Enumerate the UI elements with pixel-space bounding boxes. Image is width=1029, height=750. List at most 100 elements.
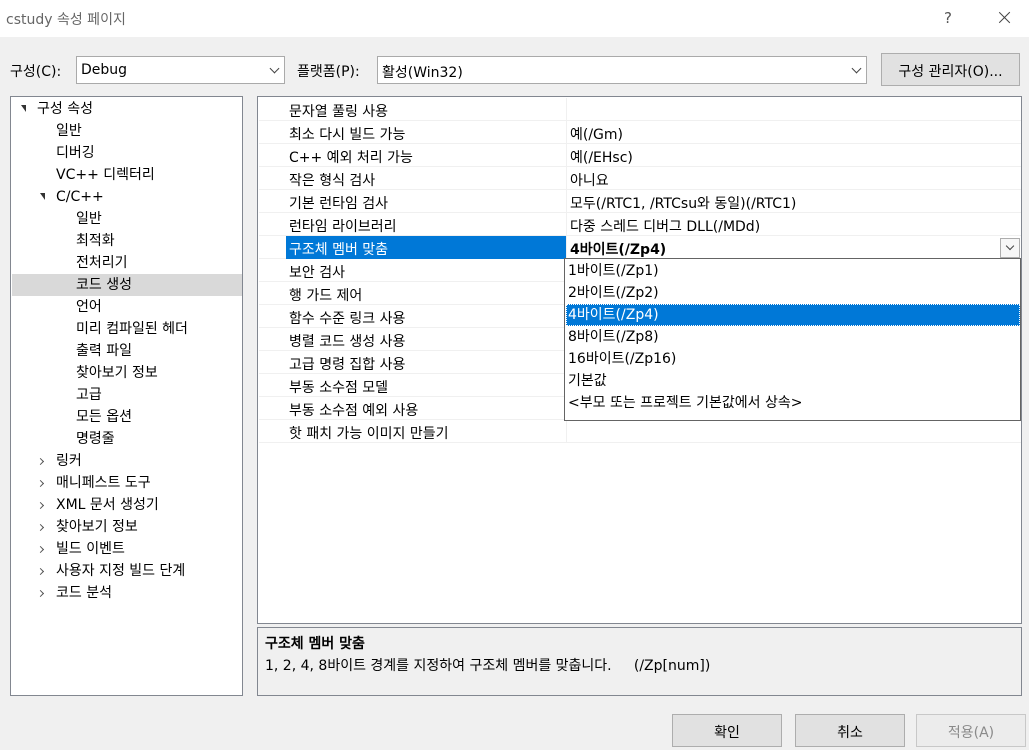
property-name: 부동 소수점 모델: [289, 380, 389, 396]
property-name: C++ 예외 처리 가능: [289, 150, 413, 166]
expanded-icon[interactable]: [21, 105, 26, 112]
config-label: 구성(C):: [10, 64, 62, 80]
property-name: 구조체 멤버 맞춤: [289, 242, 389, 258]
property-name: 문자열 풀링 사용: [289, 104, 389, 120]
collapsed-icon[interactable]: [36, 545, 45, 554]
tree-item-optimization[interactable]: 최적화: [76, 230, 115, 252]
close-icon[interactable]: [996, 7, 1014, 27]
tree-item-all-options[interactable]: 모든 옵션: [76, 406, 132, 428]
tree-item-preprocessor[interactable]: 전처리기: [76, 252, 128, 274]
ok-label: 확인: [714, 725, 740, 741]
tree-item-vc-directories[interactable]: VC++ 디렉터리: [56, 164, 155, 186]
tree-item-manifest-tool[interactable]: 매니페스트 도구: [56, 472, 151, 494]
property-name: 고급 명령 집합 사용: [289, 357, 406, 373]
column-divider: [566, 167, 567, 190]
property-row[interactable]: 최소 다시 빌드 가능 예(/Gm): [259, 121, 1021, 144]
collapsed-icon[interactable]: [36, 567, 45, 576]
platform-value: 활성(Win32): [382, 65, 463, 81]
collapsed-icon[interactable]: [36, 457, 45, 466]
tree-item-code-generation[interactable]: 코드 생성: [76, 274, 132, 296]
dropdown-option[interactable]: 1바이트(/Zp1): [566, 260, 1020, 282]
property-name: 기본 런타임 검사: [289, 196, 389, 212]
tree-item-command-line[interactable]: 명령줄: [76, 428, 115, 450]
property-value: 다중 스레드 디버그 DLL(/MDd): [570, 219, 761, 235]
apply-label: 적용(A): [947, 725, 995, 741]
expanded-icon[interactable]: [40, 193, 45, 200]
tree-item-custom-build-step[interactable]: 사용자 지정 빌드 단계: [56, 560, 185, 582]
config-value: Debug: [81, 62, 128, 78]
dropdown-option-selected[interactable]: 4바이트(/Zp4): [566, 304, 1020, 326]
property-row-selected[interactable]: 구조체 멤버 맞춤 4바이트(/Zp4): [259, 236, 1021, 259]
property-name: 병렬 코드 생성 사용: [289, 334, 406, 350]
help-icon[interactable]: ?: [941, 9, 955, 27]
tree-item-language[interactable]: 언어: [76, 296, 102, 318]
property-value: 아니요: [570, 173, 609, 189]
dropdown-option[interactable]: 16바이트(/Zp16): [566, 348, 1020, 370]
column-divider: [566, 98, 567, 121]
property-name: 핫 패치 가능 이미지 만들기: [289, 426, 449, 442]
tree-item-code-analysis[interactable]: 코드 분석: [56, 582, 112, 604]
tree-item-browse-info[interactable]: 찾아보기 정보: [76, 362, 158, 384]
apply-button[interactable]: 적용(A): [916, 714, 1026, 747]
platform-combo[interactable]: 활성(Win32): [377, 56, 867, 84]
alignment-dropdown-list[interactable]: 1바이트(/Zp1) 2바이트(/Zp2) 4바이트(/Zp4) 8바이트(/Z…: [564, 258, 1021, 421]
config-combo[interactable]: Debug: [76, 56, 285, 84]
property-row[interactable]: C++ 예외 처리 가능 예(/EHsc): [259, 144, 1021, 167]
column-divider: [566, 190, 567, 213]
tree-item-build-events[interactable]: 빌드 이벤트: [56, 538, 125, 560]
tree-item-precompiled-headers[interactable]: 미리 컴파일된 헤더: [76, 318, 188, 340]
property-row[interactable]: 기본 런타임 검사 모두(/RTC1, /RTCsu와 동일)(/RTC1): [259, 190, 1021, 213]
property-value: 모두(/RTC1, /RTCsu와 동일)(/RTC1): [570, 196, 797, 212]
property-value: 예(/EHsc): [570, 150, 633, 166]
property-name: 함수 수준 링크 사용: [289, 311, 406, 327]
tree-item-browse-info-2[interactable]: 찾아보기 정보: [56, 516, 138, 538]
tree-item-cpp[interactable]: C/C++: [56, 186, 104, 208]
property-row[interactable]: 핫 패치 가능 이미지 만들기: [259, 420, 1021, 443]
ok-button[interactable]: 확인: [672, 714, 782, 747]
column-divider: [566, 236, 567, 259]
config-manager-button[interactable]: 구성 관리자(O)...: [881, 53, 1020, 86]
property-name: 부동 소수점 예외 사용: [289, 403, 419, 419]
dropdown-option[interactable]: 기본값: [566, 370, 1020, 392]
cancel-button[interactable]: 취소: [795, 714, 905, 747]
description-title: 구조체 멤버 맞춤: [265, 636, 365, 652]
description-panel: 구조체 멤버 맞춤 1, 2, 4, 8바이트 경계를 지정하여 구조체 멤버를…: [257, 627, 1022, 696]
property-name: 행 가드 제어: [289, 288, 363, 304]
chevron-down-icon: [269, 63, 280, 74]
tree-item-config-properties[interactable]: 구성 속성: [37, 98, 93, 120]
property-name: 보안 검사: [289, 265, 345, 281]
tree-item-cpp-general[interactable]: 일반: [76, 208, 102, 230]
column-divider: [566, 420, 567, 443]
dropdown-option[interactable]: 2바이트(/Zp2): [566, 282, 1020, 304]
dropdown-option[interactable]: 8바이트(/Zp8): [566, 326, 1020, 348]
tree-item-debugging[interactable]: 디버깅: [56, 142, 95, 164]
tree-item-general[interactable]: 일반: [56, 120, 82, 142]
property-name: 최소 다시 빌드 가능: [289, 127, 406, 143]
property-value: 4바이트(/Zp4): [570, 242, 667, 258]
collapsed-icon[interactable]: [36, 589, 45, 598]
property-name: 작은 형식 검사: [289, 173, 376, 189]
collapsed-icon[interactable]: [36, 479, 45, 488]
property-name: 런타임 라이브러리: [289, 219, 397, 235]
config-manager-label: 구성 관리자(O)...: [898, 64, 1003, 80]
description-text: 1, 2, 4, 8바이트 경계를 지정하여 구조체 멤버를 맞춥니다. (/Z…: [265, 658, 711, 674]
tree-item-linker[interactable]: 링커: [56, 450, 82, 472]
title-bar: cstudy 속성 페이지 ?: [0, 0, 1029, 37]
column-divider: [566, 213, 567, 236]
property-row[interactable]: 런타임 라이브러리 다중 스레드 디버그 DLL(/MDd): [259, 213, 1021, 236]
category-tree[interactable]: 구성 속성 일반 디버깅 VC++ 디렉터리 C/C++ 일반 최적화 전처리기…: [10, 96, 243, 696]
tree-item-output-files[interactable]: 출력 파일: [76, 340, 132, 362]
cancel-label: 취소: [837, 725, 863, 741]
tree-item-advanced[interactable]: 고급: [76, 384, 102, 406]
property-row[interactable]: 문자열 풀링 사용: [259, 98, 1021, 121]
platform-label: 플랫폼(P):: [297, 64, 360, 80]
chevron-down-icon: [851, 63, 862, 74]
property-row[interactable]: 작은 형식 검사 아니요: [259, 167, 1021, 190]
collapsed-icon[interactable]: [36, 523, 45, 532]
property-value: 예(/Gm): [570, 127, 624, 143]
chevron-down-icon: [1005, 241, 1015, 251]
dropdown-option[interactable]: <부모 또는 프로젝트 기본값에서 상속>: [566, 392, 1020, 414]
dropdown-button[interactable]: [1000, 238, 1020, 258]
collapsed-icon[interactable]: [36, 501, 45, 510]
tree-item-xml-doc[interactable]: XML 문서 생성기: [56, 494, 159, 516]
